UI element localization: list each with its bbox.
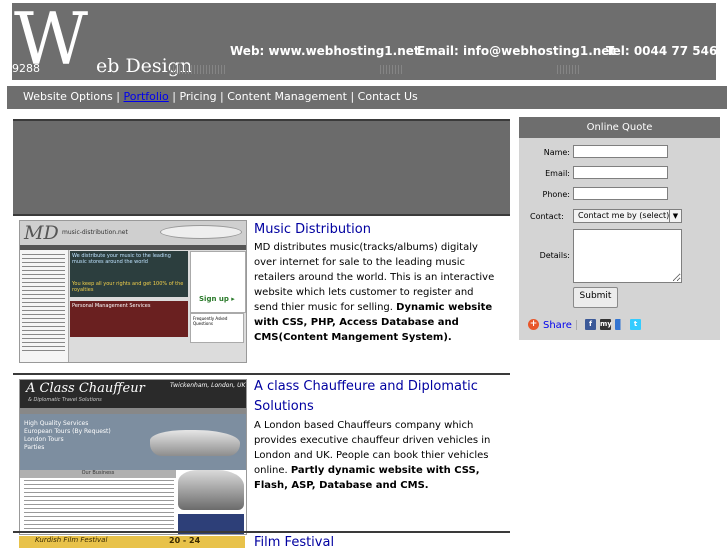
thumb-headline: We distribute your music to the leading … [72, 253, 171, 265]
twitter-icon[interactable]: t [630, 319, 641, 330]
portfolio-banner [13, 119, 510, 214]
nav-separator: | [216, 90, 228, 103]
name-label: Name: [543, 148, 570, 157]
thumb-rights: You keep all your rights and get 100% of… [72, 281, 184, 293]
share-link[interactable]: Share [543, 320, 572, 331]
thumb-header: A Class Chauffeur & Diplomatic Travel So… [20, 380, 246, 408]
submit-button[interactable]: Submit [573, 287, 618, 308]
project-description: MD distributes music(tracks/albums) digi… [254, 240, 498, 345]
thumb-body-text [24, 480, 174, 530]
thumb-menu-item: European Tours (By Request) [24, 428, 111, 435]
logo-number: 9288 [12, 62, 40, 75]
thumb-section: Our Business [20, 470, 176, 478]
nav-separator: | [168, 90, 180, 103]
film-festival-thumbnail[interactable]: Kurdish Film Festival 20 - 24 [19, 536, 245, 548]
thumb-side-box: Personal Management Services [70, 301, 188, 337]
decorative-hatch [380, 65, 404, 74]
nav-separator: | [346, 90, 358, 103]
delicious-icon[interactable] [615, 319, 626, 330]
project-title-line: A class Chauffeure and Diplomatic [254, 379, 478, 394]
thumb-menu-item: High Quality Services [24, 420, 89, 427]
thumb-sidebar-text [22, 254, 65, 354]
thumb-logo: MD [24, 222, 59, 244]
thumb-menu-item: London Tours [24, 436, 64, 443]
thumb-header: MD music-distribution.net [20, 221, 246, 245]
quote-title: Online Quote [519, 117, 720, 138]
nav-item-pricing[interactable]: Pricing [179, 90, 216, 103]
project-music-distribution: MD music-distribution.net We distribute … [13, 214, 510, 374]
header-tel: Tel: 0044 77 5465 [606, 44, 716, 58]
project-chauffeur: A Class Chauffeur & Diplomatic Travel So… [13, 373, 510, 535]
main-nav: Website Options | Portfolio | Pricing | … [7, 86, 727, 109]
thumb-signup-box: Sign up ▸ [190, 251, 246, 313]
project-tech: Partly dynamic website with CSS, Flash, … [254, 465, 480, 491]
thumb-site-name: music-distribution.net [62, 229, 128, 236]
phone-label: Phone: [542, 190, 570, 199]
details-label: Details: [539, 251, 570, 260]
thumb-location: Twickenham, London, UK [170, 382, 246, 389]
chauffeur-thumbnail[interactable]: A Class Chauffeur & Diplomatic Travel So… [19, 379, 247, 535]
car-image [150, 430, 240, 456]
email-field[interactable] [573, 166, 668, 179]
chevron-down-icon: ▼ [669, 210, 681, 222]
decorative-hatch [557, 65, 579, 74]
share-icon[interactable]: + [528, 319, 539, 330]
nav-item-website-options[interactable]: Website Options [23, 90, 113, 103]
nav-separator: | [112, 90, 124, 103]
thumb-brand-sub: & Diplomatic Travel Solutions [28, 397, 102, 403]
online-quote-panel: Online Quote Name: Email: Phone: Contact… [519, 117, 720, 340]
project-title[interactable]: Music Distribution [254, 220, 371, 240]
header-web: Web: www.webhosting1.net [230, 44, 420, 58]
music-distribution-thumbnail[interactable]: MD music-distribution.net We distribute … [19, 220, 247, 363]
thumb-side-box-title: Personal Management Services [72, 303, 151, 309]
thumb-promo: We distribute your music to the leading … [70, 251, 188, 297]
thumb-dates: 20 - 24 [169, 536, 201, 545]
share-bar: + Share f my t [519, 314, 720, 339]
car-image-small [178, 470, 244, 510]
disc-graphic [160, 225, 242, 239]
phone-field[interactable] [573, 187, 668, 200]
project-title[interactable]: Film Festival [254, 533, 334, 553]
thumb-brand: Kurdish Film Festival [35, 536, 108, 544]
nav-item-portfolio[interactable]: Portfolio [124, 90, 169, 103]
email-label: Email: [545, 169, 570, 178]
site-header: W 9288 eb Design Web: www.webhosting1.ne… [12, 3, 716, 80]
project-title-line: Solutions [254, 399, 314, 414]
project-title[interactable]: A class Chauffeure and Diplomatic Soluti… [254, 377, 478, 417]
nav-links: Website Options | Portfolio | Pricing | … [23, 90, 418, 103]
divider [576, 320, 577, 330]
decorative-hatch [170, 65, 225, 74]
myspace-icon[interactable]: my [600, 319, 612, 330]
contact-select[interactable]: Contact me by (select) ▼ [573, 209, 682, 223]
thumb-signup: Sign up ▸ [199, 295, 235, 303]
thumb-hero: High Quality Services European Tours (By… [20, 414, 246, 470]
thumb-faq: Frequently Asked Questions [190, 313, 244, 343]
nav-item-content-management[interactable]: Content Management [227, 90, 347, 103]
thumb-menu-item: Parties [24, 444, 45, 451]
facebook-icon[interactable]: f [585, 319, 596, 330]
contact-label: Contact: [530, 212, 564, 221]
header-email: Email: info@webhosting1.net [417, 44, 616, 58]
name-field[interactable] [573, 145, 668, 158]
project-description: A London based Chauffeurs company which … [254, 418, 498, 493]
thumb-brand: A Class Chauffeur [26, 381, 145, 396]
nav-item-contact-us[interactable]: Contact Us [358, 90, 418, 103]
contact-select-value: Contact me by (select) [578, 211, 670, 220]
details-textarea[interactable] [573, 229, 682, 283]
thumb-sidebar [20, 250, 69, 362]
thumb-menu: High Quality Services European Tours (By… [24, 420, 111, 452]
